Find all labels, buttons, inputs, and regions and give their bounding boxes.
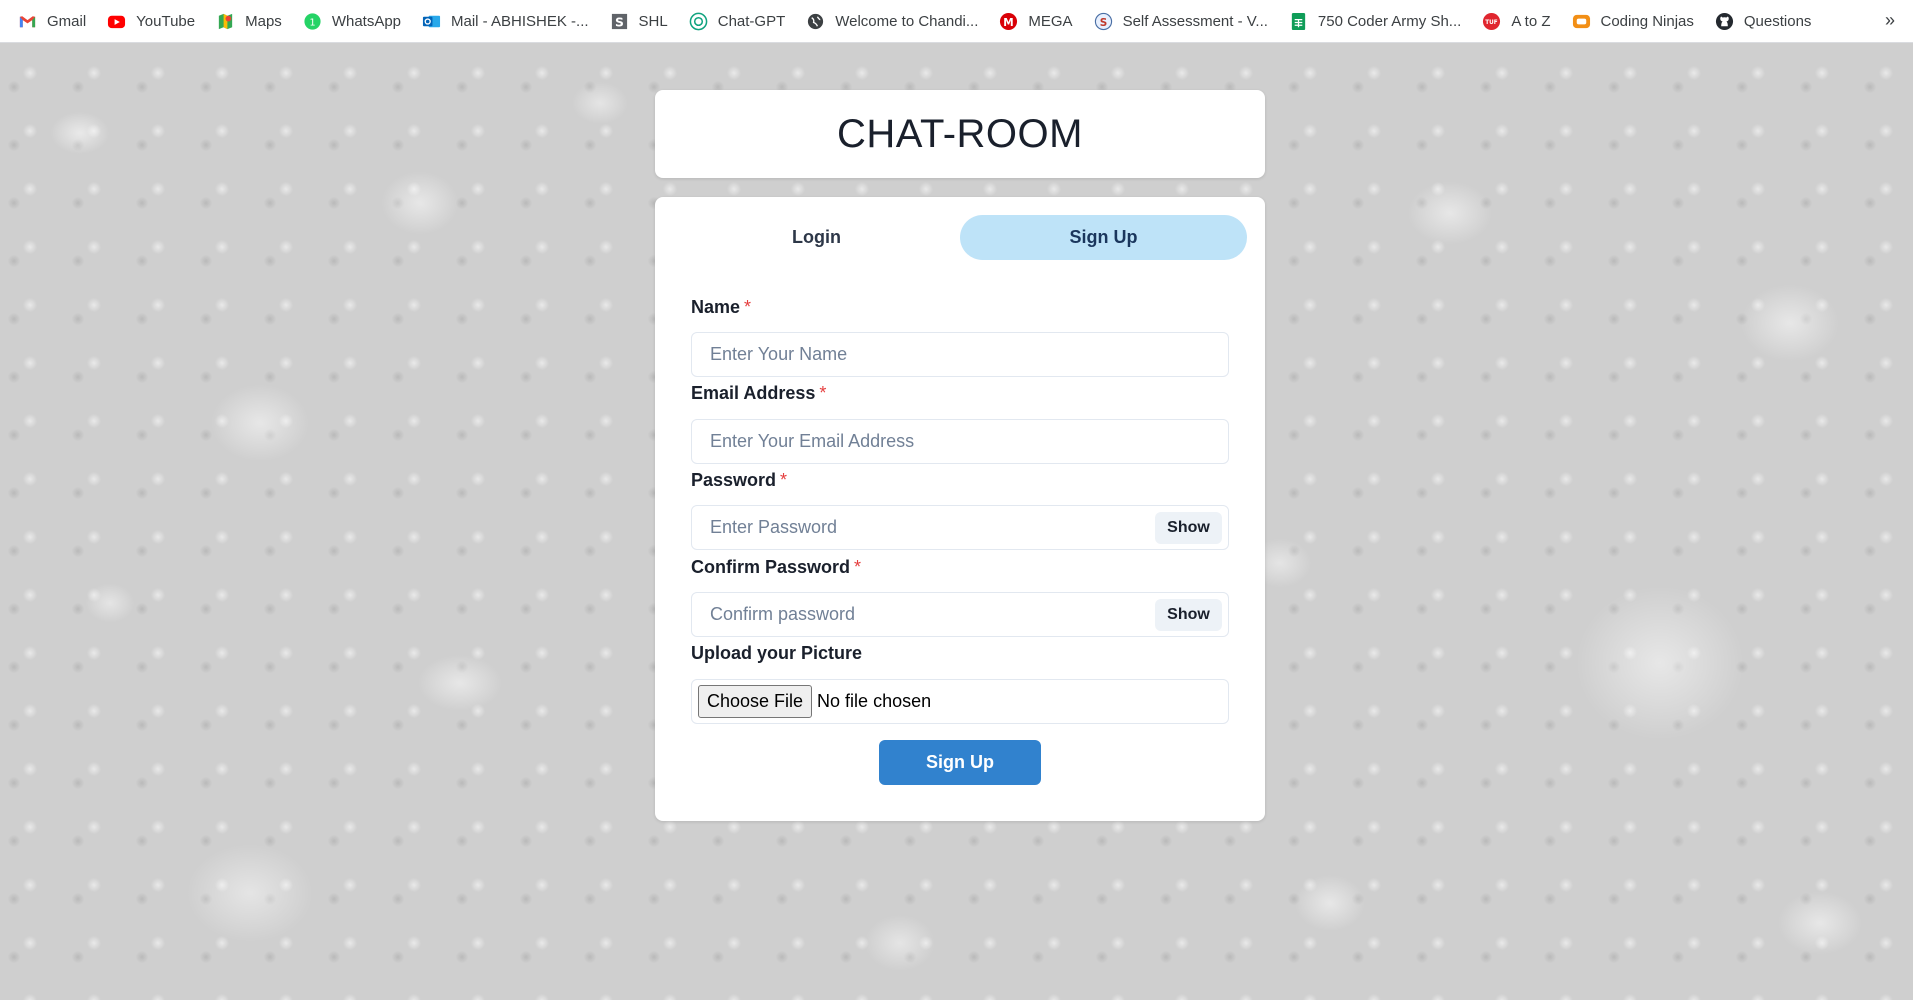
bookmark-label: YouTube — [136, 12, 196, 30]
bookmark-label: A to Z — [1511, 12, 1551, 30]
app-title: CHAT-ROOM — [837, 111, 1083, 156]
bookmark-youtube[interactable]: YouTube — [107, 12, 195, 31]
password-input[interactable] — [692, 506, 1228, 549]
shl-icon: S — [611, 13, 627, 29]
bookmark-a-to-z[interactable]: TUF A to Z — [1482, 12, 1551, 31]
confirm-password-field-wrapper: Show — [691, 592, 1229, 637]
bookmark-questions[interactable]: Questions — [1715, 12, 1812, 31]
bookmark-label: Coding Ninjas — [1600, 12, 1694, 30]
svg-text:1: 1 — [309, 17, 315, 28]
required-marker: * — [744, 297, 752, 317]
bookmark-coding-ninjas[interactable]: Coding Ninjas — [1572, 12, 1694, 31]
svg-text:M: M — [1004, 16, 1014, 28]
name-label: Name * — [691, 297, 751, 318]
name-label-text: Name — [691, 297, 741, 317]
svg-text:TUF: TUF — [1486, 19, 1498, 25]
svg-text:S: S — [1099, 16, 1107, 28]
coding-ninjas-icon — [1572, 14, 1590, 28]
password-label: Password * — [691, 470, 787, 491]
github-icon — [1715, 12, 1733, 30]
bookmark-whatsapp[interactable]: 1 WhatsApp — [303, 12, 401, 31]
bookmark-coder-army-sheet[interactable]: 750 Coder Army Sh... — [1289, 12, 1461, 31]
bookmark-maps[interactable]: Maps — [216, 12, 282, 31]
bookmarks-overflow-button[interactable]: » — [1885, 10, 1895, 31]
bookmark-label: Self Assessment - V... — [1122, 12, 1268, 30]
upload-picture-label: Upload your Picture — [691, 643, 863, 663]
chatgpt-icon — [689, 12, 708, 30]
bookmark-label: Maps — [245, 12, 282, 30]
tuf-icon: TUF — [1483, 12, 1501, 30]
gmail-icon — [19, 15, 36, 27]
bookmark-mega[interactable]: M MEGA — [999, 12, 1073, 31]
password-show-button[interactable]: Show — [1155, 512, 1222, 544]
confirm-password-label-text: Confirm Password — [691, 557, 851, 577]
bookmark-label: 750 Coder Army Sh... — [1317, 12, 1462, 30]
password-label-text: Password — [691, 470, 777, 490]
name-input[interactable] — [692, 333, 1228, 376]
confirm-password-label: Confirm Password * — [691, 557, 861, 578]
bookmark-shl[interactable]: S SHL — [610, 12, 668, 31]
email-label: Email Address * — [691, 383, 826, 404]
picture-file-input: Choose File No file chosen — [691, 679, 1229, 724]
svg-text:S: S — [615, 15, 624, 29]
self-assessment-icon: S — [1094, 12, 1112, 30]
maps-icon — [218, 13, 233, 29]
youtube-icon — [108, 15, 126, 28]
bookmark-label: Questions — [1743, 12, 1812, 30]
auth-card: Login Sign Up Name* Email Address* Passw… — [655, 197, 1265, 821]
mega-icon: M — [1000, 12, 1018, 30]
bookmark-label: MEGA — [1028, 12, 1073, 30]
tab-signup[interactable]: Sign Up — [960, 215, 1247, 260]
confirm-password-input[interactable] — [692, 593, 1228, 636]
auth-tabs: Login Sign Up — [673, 215, 1247, 260]
outlook-icon — [422, 15, 441, 27]
email-field-wrapper — [691, 419, 1229, 464]
app-header-card: CHAT-ROOM — [655, 90, 1265, 178]
bookmark-label: SHL — [638, 12, 668, 30]
whatsapp-icon: 1 — [304, 12, 321, 30]
file-status-text: No file chosen — [817, 691, 932, 711]
bookmark-label: Gmail — [47, 12, 87, 30]
bookmark-outlook-mail[interactable]: Mail - ABHISHEK -... — [422, 12, 589, 31]
bookmarks-bar: Gmail YouTube Maps 1 WhatsApp Mail - ABH… — [0, 0, 1913, 43]
required-marker: * — [854, 557, 862, 577]
required-marker: * — [819, 383, 827, 403]
bookmark-chandigarh[interactable]: Welcome to Chandi... — [806, 12, 978, 31]
bookmark-label: WhatsApp — [331, 12, 402, 30]
bookmark-gmail[interactable]: Gmail — [18, 12, 86, 31]
confirm-password-show-button[interactable]: Show — [1155, 599, 1222, 631]
email-label-text: Email Address — [691, 383, 816, 403]
email-input[interactable] — [692, 420, 1228, 463]
tab-login[interactable]: Login — [673, 215, 960, 260]
bookmark-label: Chat-GPT — [717, 12, 786, 30]
signup-submit-button[interactable]: Sign Up — [879, 740, 1041, 785]
required-marker: * — [780, 470, 788, 490]
bookmark-label: Welcome to Chandi... — [835, 12, 979, 30]
bookmark-label: Mail - ABHISHEK -... — [451, 12, 589, 30]
name-field-wrapper — [691, 332, 1229, 377]
choose-file-button[interactable]: Choose File — [698, 685, 813, 718]
bookmark-chatgpt[interactable]: Chat-GPT — [689, 12, 786, 31]
sheets-icon — [1291, 12, 1306, 30]
password-field-wrapper: Show — [691, 505, 1229, 550]
globe-icon — [808, 13, 824, 29]
bookmark-self-assessment[interactable]: S Self Assessment - V... — [1094, 12, 1268, 31]
